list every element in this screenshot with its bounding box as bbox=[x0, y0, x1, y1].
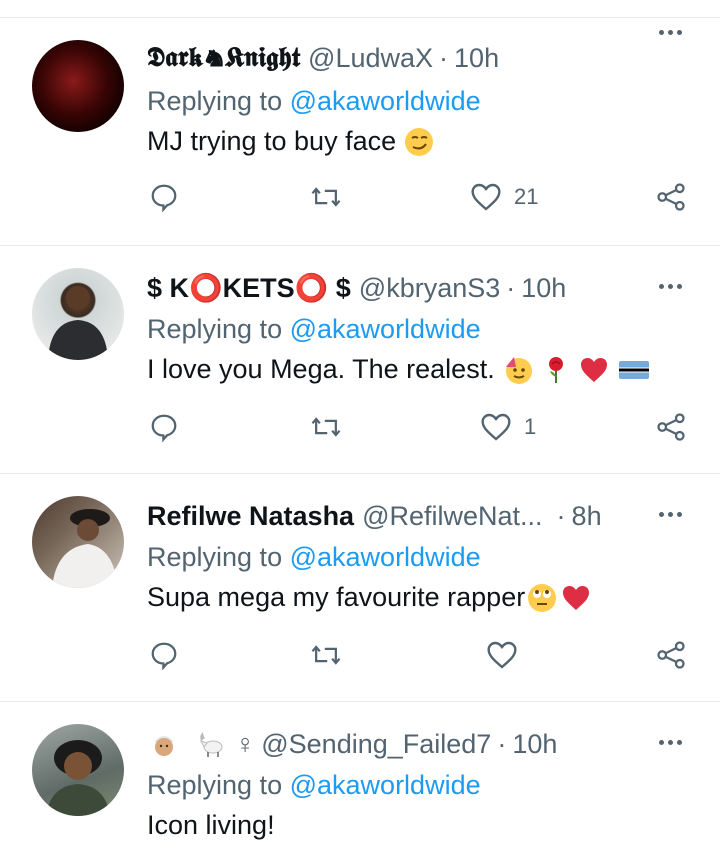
tweet-text: I love you Mega. The realest. bbox=[147, 354, 651, 385]
like-count: 21 bbox=[514, 184, 539, 209]
separator-dot: · bbox=[556, 500, 566, 531]
separator-dot: · bbox=[506, 272, 516, 303]
botswana-flag-icon bbox=[618, 360, 649, 379]
smirking-face-icon bbox=[405, 127, 434, 156]
reply-button[interactable] bbox=[149, 412, 179, 442]
tweet-reply[interactable]: 𝕯𝖆𝖗𝖐♞𝕶𝖓𝖎𝖌𝖍𝖙 @LudwaX · 10h Replying to @a… bbox=[0, 18, 720, 246]
retweet-icon bbox=[310, 182, 342, 212]
tweet-header: $ K⭕KETS⭕ $ @kbryanS3 · 10h bbox=[147, 268, 566, 308]
replying-to: Replying to @akaworldwide bbox=[147, 770, 481, 801]
tweet-text-content: MJ trying to buy face bbox=[147, 126, 397, 156]
rose-icon bbox=[548, 356, 563, 383]
tweet-header: 𝕯𝖆𝖗𝖐♞𝕶𝖓𝖎𝖌𝖍𝖙 @LudwaX · 10h bbox=[147, 38, 499, 78]
avatar-figure bbox=[52, 509, 118, 588]
mention-link[interactable]: @akaworldwide bbox=[290, 542, 481, 572]
retweet-icon bbox=[310, 412, 342, 442]
tweet-text: Supa mega my favourite rapper bbox=[147, 582, 591, 613]
tweet-header: Refilwe Natasha @RefilweNat... · 8h bbox=[147, 496, 602, 536]
tweet-reply[interactable]: $ K⭕KETS⭕ $ @kbryanS3 · 10h Replying to … bbox=[0, 246, 720, 474]
replying-to: Replying to @akaworldwide bbox=[147, 86, 481, 117]
timestamp[interactable]: 8h bbox=[572, 501, 602, 532]
replying-prefix: Replying to bbox=[147, 542, 283, 572]
timestamp[interactable]: 10h bbox=[454, 43, 499, 74]
tweet-text-content: I love you Mega. The realest. bbox=[147, 354, 495, 384]
retweet-button[interactable] bbox=[310, 640, 342, 670]
reply-button[interactable] bbox=[149, 640, 179, 670]
tweet-text-content: Icon living! bbox=[147, 810, 275, 840]
tweet-text-content: Supa mega my favourite rapper bbox=[147, 582, 526, 612]
share-icon bbox=[655, 640, 687, 670]
share-icon bbox=[655, 182, 687, 212]
retweet-button[interactable] bbox=[310, 412, 342, 442]
heart-icon bbox=[486, 640, 518, 670]
share-button[interactable] bbox=[655, 182, 687, 212]
reply-button[interactable] bbox=[149, 182, 179, 212]
avatar[interactable] bbox=[32, 724, 124, 816]
more-options-icon[interactable] bbox=[659, 284, 682, 289]
replying-prefix: Replying to bbox=[147, 770, 283, 800]
retweet-button[interactable] bbox=[310, 182, 342, 212]
partying-face-icon bbox=[505, 356, 532, 384]
mention-link[interactable]: @akaworldwide bbox=[290, 86, 481, 116]
action-bar bbox=[0, 640, 720, 680]
like-button[interactable]: 1 bbox=[480, 412, 536, 442]
tweet-text: MJ trying to buy face bbox=[147, 126, 434, 157]
red-heart-icon bbox=[563, 585, 590, 610]
like-count: 1 bbox=[524, 414, 537, 439]
replying-prefix: Replying to bbox=[147, 314, 283, 344]
separator-dot: · bbox=[439, 42, 449, 73]
avatar[interactable] bbox=[32, 496, 124, 588]
user-handle[interactable]: @Sending_Failed7 bbox=[261, 729, 491, 760]
mention-link[interactable]: @akaworldwide bbox=[290, 770, 481, 800]
like-button[interactable]: 21 bbox=[470, 182, 538, 212]
replying-to: Replying to @akaworldwide bbox=[147, 542, 481, 573]
user-handle[interactable]: @LudwaX bbox=[308, 43, 433, 74]
user-handle[interactable]: @RefilweNat... bbox=[362, 501, 542, 532]
tweet-reply[interactable]: Refilwe Natasha @RefilweNat... · 8h Repl… bbox=[0, 474, 720, 702]
heart-icon bbox=[480, 412, 512, 442]
avatar-figure bbox=[48, 286, 108, 360]
more-options-icon[interactable] bbox=[659, 740, 682, 745]
share-button[interactable] bbox=[655, 640, 687, 670]
avatar[interactable] bbox=[32, 40, 124, 132]
more-options-icon[interactable] bbox=[659, 512, 682, 517]
replying-prefix: Replying to bbox=[147, 86, 283, 116]
replying-to: Replying to @akaworldwide bbox=[147, 314, 481, 345]
heart-icon bbox=[470, 182, 502, 212]
tweet-text: Icon living! bbox=[147, 810, 275, 841]
display-name[interactable]: ♀ bbox=[235, 729, 255, 760]
like-button[interactable] bbox=[486, 640, 518, 670]
face-with-rolling-eyes-icon bbox=[528, 583, 557, 612]
tweet-reply[interactable]: ♀ @Sending_Failed7 · 10h Replying to @ak… bbox=[0, 702, 720, 862]
separator-dot: · bbox=[497, 728, 507, 759]
speech-bubble-icon bbox=[149, 412, 179, 442]
retweet-icon bbox=[310, 640, 342, 670]
timestamp[interactable]: 10h bbox=[521, 273, 566, 304]
person-with-turban-icon bbox=[154, 736, 174, 756]
action-bar: 1 bbox=[0, 412, 720, 452]
more-options-icon[interactable] bbox=[659, 30, 682, 35]
goat-icon bbox=[200, 732, 223, 757]
display-name[interactable]: $ K⭕KETS⭕ $ bbox=[147, 272, 351, 304]
speech-bubble-icon bbox=[149, 640, 179, 670]
display-name[interactable]: 𝕯𝖆𝖗𝖐♞𝕶𝖓𝖎𝖌𝖍𝖙 bbox=[147, 42, 300, 74]
user-handle[interactable]: @kbryanS3 bbox=[359, 273, 500, 304]
mention-link[interactable]: @akaworldwide bbox=[290, 314, 481, 344]
share-icon bbox=[655, 412, 687, 442]
avatar-figure bbox=[46, 740, 110, 816]
timestamp[interactable]: 10h bbox=[512, 729, 557, 760]
tweet-header: ♀ @Sending_Failed7 · 10h bbox=[147, 724, 557, 764]
red-heart-icon bbox=[580, 357, 607, 382]
share-button[interactable] bbox=[655, 412, 687, 442]
speech-bubble-icon bbox=[149, 182, 179, 212]
action-bar: 21 bbox=[0, 182, 720, 222]
display-name[interactable]: Refilwe Natasha bbox=[147, 501, 354, 532]
avatar[interactable] bbox=[32, 268, 124, 360]
